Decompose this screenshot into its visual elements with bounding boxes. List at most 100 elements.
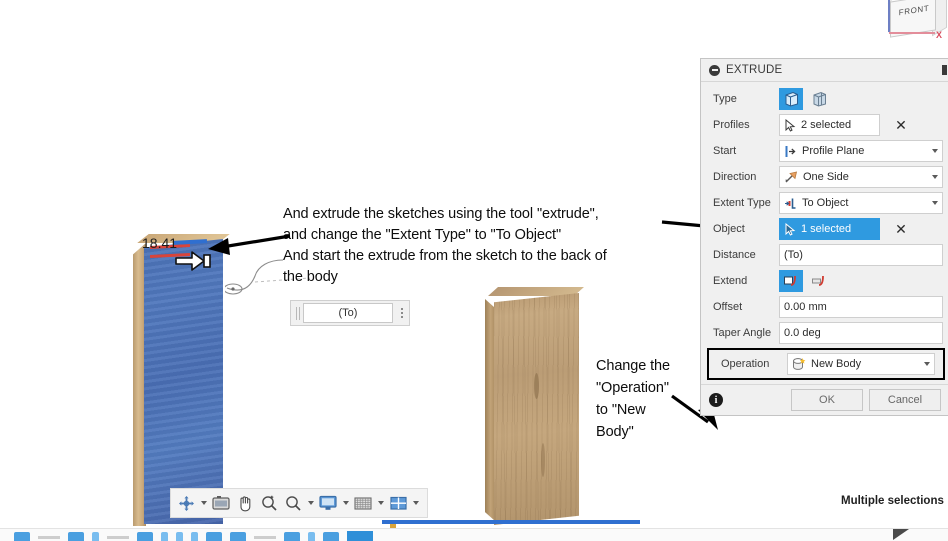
row-object-label: Object [713,223,745,235]
zoom-dropdown-caret[interactable] [306,492,315,514]
extrude-dialog-title: EXTRUDE [726,64,783,76]
distance-value: (To) [784,249,803,261]
start-dropdown[interactable]: Profile Plane [779,140,943,162]
row-operation: Operation New Body [715,352,941,376]
clear-object-icon[interactable]: ✕ [892,220,910,238]
extrude-dialog[interactable]: EXTRUDE Type Profiles 2 selected ✕ Start… [700,58,948,416]
to-object-icon [785,198,796,209]
distance-manipulator-field[interactable]: (To) [290,300,410,326]
annotation-line: "Operation" [596,380,669,396]
extent-type-dropdown[interactable]: To Object [779,192,943,214]
viewports-dropdown-caret[interactable] [411,492,420,514]
one-side-arrow-icon [785,170,798,182]
x-axis-label: X [936,30,943,40]
taper-angle-input[interactable]: 0.0 deg [779,322,943,344]
taper-angle-value: 0.0 deg [784,327,821,339]
extend-adjacent-faces-icon[interactable] [779,270,803,292]
info-icon[interactable]: i [709,393,723,407]
distance-manipulator-value[interactable]: (To) [303,303,393,323]
display-settings-icon[interactable] [210,492,232,514]
row-taper-angle: Taper Angle 0.0 deg [701,320,948,346]
extent-type-value: To Object [802,197,849,209]
wood-grain-knot [534,373,539,399]
object-select-button[interactable]: 1 selected [779,218,880,240]
operation-highlight-box: Operation New Body [707,348,945,380]
extrude-profile-icon[interactable] [779,88,803,110]
status-hint: Multiple selections [841,495,944,507]
collapse-icon[interactable] [709,64,720,76]
direction-dropdown[interactable]: One Side [779,166,943,188]
extrude-dialog-header[interactable]: EXTRUDE [701,59,948,82]
timeline-separator [38,536,60,539]
view-cube-bottom-edge [889,32,935,34]
blue-board-body[interactable] [133,229,230,526]
chevron-down-icon[interactable] [932,201,938,205]
timeline-separator [107,536,129,539]
extrude-direction-arrow[interactable] [174,250,212,272]
cursor-icon [785,118,796,132]
profiles-select-button[interactable]: 2 selected [779,114,880,136]
row-start: Start Profile Plane [701,138,948,164]
cursor-icon [785,222,796,236]
row-operation-label: Operation [721,358,770,370]
annotation-line: and change the "Extent Type" to "To Obje… [283,227,562,243]
row-extent-type: Extent Type To Object [701,190,948,216]
row-distance-label: Distance [713,249,756,261]
grid-dropdown-caret[interactable] [376,492,385,514]
row-start-label: Start [713,145,737,157]
annotation-line: And extrude the sketches using the tool … [283,206,599,222]
orbit-dropdown-caret[interactable] [199,492,208,514]
offset-input[interactable]: 0.00 mm [779,296,943,318]
more-options-icon[interactable] [395,308,409,318]
view-cube[interactable]: FRONT X [884,0,948,46]
orbit-icon[interactable] [175,492,197,514]
annotation-line: And start the extrude from the sketch to… [283,248,607,264]
wood-board-body[interactable] [485,285,584,525]
row-extend: Extend [701,268,948,294]
cancel-button[interactable]: Cancel [869,389,941,411]
pan-icon[interactable] [234,492,256,514]
dimension-value[interactable]: 18.41 [142,235,177,251]
annotation-line: Body" [596,424,634,440]
row-type-label: Type [713,93,737,105]
annotation-line: to "New [596,402,646,418]
row-distance: Distance (To) [701,242,948,268]
row-object: Object 1 selected ✕ [701,216,948,242]
navigation-toolbar[interactable] [170,488,428,518]
extend-no-faces-icon[interactable] [807,270,831,292]
drag-grip-icon[interactable] [291,301,301,325]
annotation-extrude-instruction: And extrude the sketches using the tool … [283,204,703,288]
wood-grain-knot [541,443,545,477]
extrude-dialog-body: Type Profiles 2 selected ✕ Start Profile… [701,82,948,384]
extrude-edge-icon[interactable] [807,88,831,110]
chevron-down-icon[interactable] [932,175,938,179]
screen-dropdown-caret[interactable] [341,492,350,514]
timeline-end-marker[interactable] [893,529,909,540]
viewport-canvas[interactable]: FRONT X 18.41 (To) And extrude the sketc… [0,0,948,541]
new-body-icon [793,358,806,370]
annotation-operation-instruction: Change the "Operation" to "New Body" [596,355,696,443]
clear-profiles-icon[interactable]: ✕ [892,116,910,134]
operation-dropdown[interactable]: New Body [787,353,935,375]
blue-board-face [144,239,223,524]
row-direction: Direction One Side [701,164,948,190]
wood-board-face [494,293,579,525]
grid-icon[interactable] [352,492,374,514]
row-extent-type-label: Extent Type [713,197,771,209]
direction-value: One Side [803,171,849,183]
zoom-window-icon[interactable] [258,492,280,514]
extrude-dialog-footer: i OK Cancel [701,384,948,415]
timeline-separator [254,536,276,539]
row-type: Type [701,86,948,112]
ok-button[interactable]: OK [791,389,863,411]
chevron-down-icon[interactable] [932,149,938,153]
dialog-pin-icon[interactable] [942,65,947,75]
chevron-down-icon[interactable] [924,362,930,366]
offset-value: 0.00 mm [784,301,827,313]
zoom-icon[interactable] [282,492,304,514]
distance-input[interactable]: (To) [779,244,943,266]
viewports-icon[interactable] [387,492,409,514]
profiles-value: 2 selected [801,119,852,131]
screen-icon[interactable] [317,492,339,514]
timeline-bar[interactable] [0,528,948,541]
